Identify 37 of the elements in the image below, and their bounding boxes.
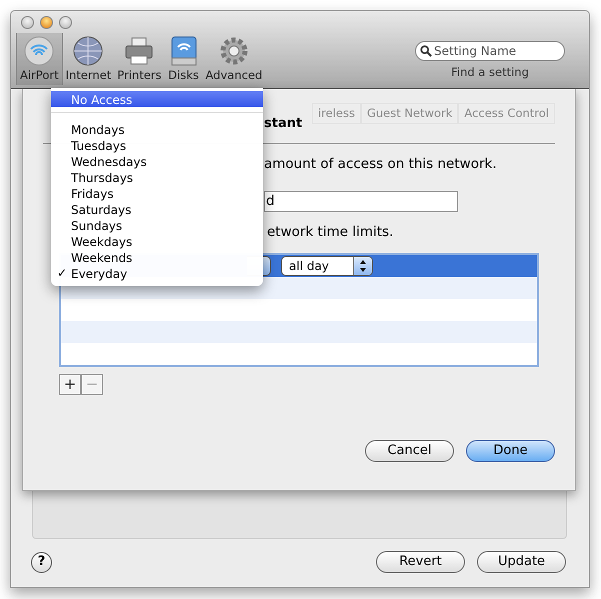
sheet-title: stant (264, 114, 302, 132)
toolbar-button[interactable]: AirPort (16, 33, 63, 85)
toolbar-button[interactable]: Internet (62, 33, 114, 85)
menu-item[interactable]: Sundays (51, 217, 263, 233)
search-icon (420, 44, 432, 58)
minimize-button[interactable] (40, 16, 53, 29)
done-button[interactable]: Done (466, 440, 555, 462)
search-caption: Find a setting (451, 64, 529, 81)
instruction-text: etwork time limits. (267, 223, 394, 242)
menu-item[interactable]: Saturdays (51, 201, 263, 217)
toolbar-button[interactable]: Disks (164, 33, 203, 85)
description-field[interactable]: d (264, 191, 458, 212)
cancel-button[interactable]: Cancel (365, 440, 454, 462)
globe-icon (72, 35, 104, 67)
search-input[interactable]: Setting Name (434, 42, 564, 60)
zoom-button[interactable] (59, 16, 72, 29)
time-popup[interactable]: all day (281, 256, 373, 276)
close-button[interactable] (21, 16, 34, 29)
menu-item[interactable]: Wednesdays (51, 153, 263, 169)
menu-item[interactable]: Thursdays (51, 169, 263, 185)
printer-icon (123, 35, 156, 67)
menu-item[interactable]: Fridays (51, 185, 263, 201)
help-button[interactable]: ? (31, 552, 52, 572)
search-field[interactable]: Setting Name (415, 41, 565, 61)
gear-icon (218, 35, 250, 67)
wifi-icon (23, 35, 56, 67)
stepper-arrows-icon (358, 259, 368, 274)
menu-item[interactable]: Tuesdays (51, 137, 263, 153)
instruction-text: amount of access on this network. (264, 155, 497, 174)
footer-button[interactable]: Revert (376, 551, 465, 573)
menu-item[interactable]: No Access (51, 91, 263, 107)
menu-item[interactable]: Mondays (51, 121, 263, 137)
add-button[interactable]: + (59, 374, 81, 394)
footer-button[interactable]: Update (477, 551, 566, 573)
toolbar-button[interactable]: Advanced (202, 33, 266, 85)
menu-item[interactable]: Weekdays (51, 233, 263, 249)
toolbar-button[interactable]: Printers (114, 33, 165, 85)
